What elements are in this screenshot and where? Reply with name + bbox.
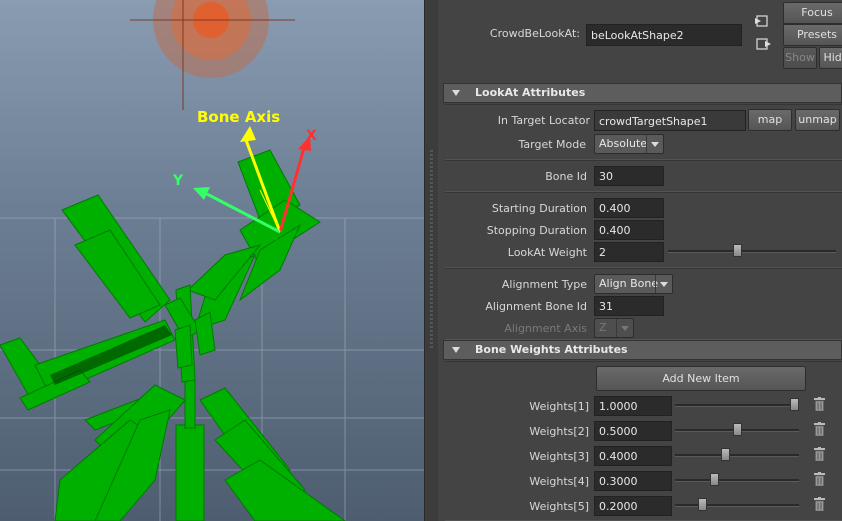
lookat-section-header[interactable]: LookAt Attributes	[443, 83, 842, 103]
hide-button[interactable]: Hide	[819, 47, 842, 69]
viewport-3d[interactable]: Bone Axis Y X	[0, 0, 424, 521]
alignment-type-value: Align Bone	[599, 277, 659, 290]
weight-slider-track[interactable]	[675, 404, 799, 407]
weight-value-field[interactable]: 0.4000	[594, 446, 672, 466]
target-locator-label: In Target Locator	[497, 114, 590, 127]
weight-label: Weights[3]	[529, 450, 589, 463]
focus-button[interactable]: Focus	[783, 2, 842, 24]
node-name-label: CrowdBeLookAt:	[489, 27, 580, 40]
weight-value-field[interactable]: 0.5000	[594, 421, 672, 441]
chevron-down-icon	[655, 275, 672, 293]
collapse-arrow-icon	[452, 90, 460, 96]
input-connections-icon[interactable]	[754, 14, 770, 28]
trash-icon[interactable]	[814, 447, 825, 462]
starting-duration-label: Starting Duration	[491, 202, 587, 215]
unmap-button[interactable]: unmap	[795, 109, 840, 131]
trash-icon[interactable]	[814, 497, 825, 512]
bone-axis-annotation: Bone Axis	[197, 108, 281, 126]
target-mode-dropdown[interactable]: Absolute	[594, 134, 664, 154]
weight-slider-thumb[interactable]	[698, 498, 707, 511]
weight-label: Weights[2]	[529, 425, 589, 438]
lookat-section-title: LookAt Attributes	[475, 86, 586, 99]
weight-label: Weights[1]	[529, 400, 589, 413]
character-mesh	[0, 149, 346, 521]
weight-slider-track[interactable]	[675, 479, 799, 482]
target-mode-label: Target Mode	[518, 138, 587, 151]
bone-id-label: Bone Id	[545, 170, 587, 183]
starting-duration-field[interactable]: 0.400	[594, 198, 664, 218]
target-locator-field[interactable]: crowdTargetShape1	[594, 110, 746, 131]
weight-slider-thumb[interactable]	[721, 448, 730, 461]
alignment-axis-label: Alignment Axis	[504, 322, 587, 335]
weight-label: Weights[5]	[529, 500, 589, 513]
presets-button[interactable]: Presets	[783, 24, 842, 46]
alignment-axis-value: Z	[599, 321, 607, 334]
bone-id-field[interactable]: 30	[594, 166, 664, 186]
alignment-bone-id-field[interactable]: 31	[594, 296, 664, 316]
lookat-weight-field[interactable]: 2	[594, 242, 664, 262]
alignment-type-dropdown[interactable]: Align Bone	[594, 274, 673, 294]
weight-slider-thumb[interactable]	[710, 473, 719, 486]
bone-weights-section-title: Bone Weights Attributes	[475, 343, 628, 356]
viewport-scene	[0, 0, 424, 521]
weight-slider-track[interactable]	[675, 454, 799, 457]
lookat-weight-slider-thumb[interactable]	[733, 244, 742, 257]
chevron-down-icon	[646, 135, 663, 153]
show-button[interactable]: Show	[783, 47, 817, 69]
target-locator-icon	[130, 0, 295, 110]
lookat-weight-label: LookAt Weight	[507, 246, 587, 259]
add-new-item-button[interactable]: Add New Item	[596, 366, 806, 391]
output-connections-icon[interactable]	[756, 37, 772, 51]
attribute-editor: CrowdBeLookAt: beLookAtShape2 Focus Pres…	[438, 0, 842, 521]
lookat-weight-slider-track[interactable]	[668, 250, 836, 253]
alignment-axis-dropdown[interactable]: Z	[594, 318, 634, 338]
target-mode-value: Absolute	[599, 137, 648, 150]
weight-value-field[interactable]: 0.3000	[594, 471, 672, 491]
trash-icon[interactable]	[814, 472, 825, 487]
alignment-bone-id-label: Alignment Bone Id	[485, 300, 587, 313]
trash-icon[interactable]	[814, 422, 825, 437]
weight-value-field[interactable]: 1.0000	[594, 396, 672, 416]
weight-value-field[interactable]: 0.2000	[594, 496, 672, 516]
stopping-duration-field[interactable]: 0.400	[594, 220, 664, 240]
weight-label: Weights[4]	[529, 475, 589, 488]
bone-weights-section-header[interactable]: Bone Weights Attributes	[443, 340, 842, 360]
trash-icon[interactable]	[814, 397, 825, 412]
node-name-field[interactable]: beLookAtShape2	[586, 24, 742, 46]
chevron-down-icon	[616, 319, 633, 337]
stopping-duration-label: Stopping Duration	[486, 224, 587, 237]
weight-slider-track[interactable]	[675, 504, 799, 507]
weight-slider-thumb[interactable]	[790, 398, 799, 411]
y-axis-label: Y	[173, 173, 184, 189]
weight-slider-thumb[interactable]	[733, 423, 742, 436]
panel-splitter[interactable]	[424, 0, 439, 521]
map-button[interactable]: map	[748, 109, 792, 131]
x-axis-label: X	[306, 128, 317, 144]
alignment-type-label: Alignment Type	[501, 278, 587, 291]
collapse-arrow-icon	[452, 347, 460, 353]
